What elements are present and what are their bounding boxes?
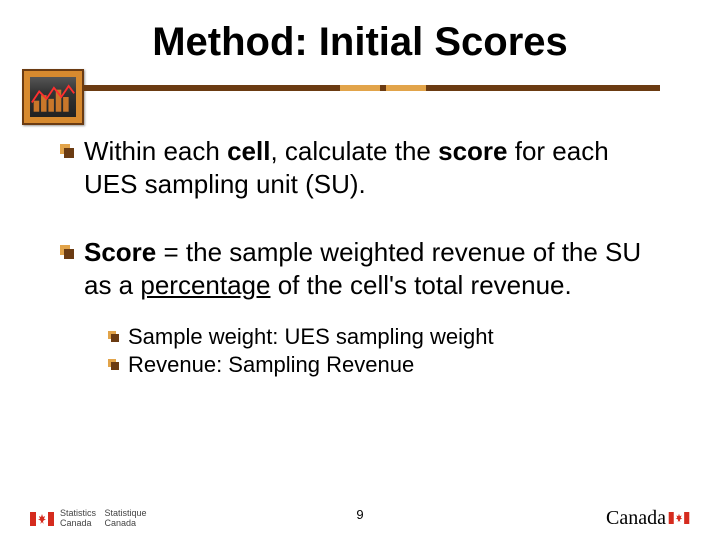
sub-bullet-list: Sample weight: UES sampling weight Reven… [108, 324, 660, 378]
statcan-logo: StatisticsCanada StatistiqueCanada [30, 509, 153, 528]
sub-bullet-text: Revenue: Sampling Revenue [128, 352, 414, 378]
canada-flag-icon [30, 512, 54, 526]
title-rule [0, 75, 720, 105]
bullet-icon [108, 331, 120, 343]
bullet-text: Score = the sample weighted revenue of t… [84, 236, 660, 303]
sub-bullet-text: Sample weight: UES sampling weight [128, 324, 494, 350]
bullet-item: Within each cell, calculate the score fo… [60, 135, 660, 202]
slide-body: Within each cell, calculate the score fo… [0, 135, 720, 378]
chart-icon [22, 69, 84, 125]
sub-bullet-item: Sample weight: UES sampling weight [108, 324, 660, 350]
bullet-icon [60, 245, 74, 259]
canada-wordmark: Canada [606, 507, 690, 530]
canada-flag-icon [668, 512, 690, 524]
bullet-item: Score = the sample weighted revenue of t… [60, 236, 660, 303]
bullet-icon [60, 144, 74, 158]
slide-title: Method: Initial Scores [0, 0, 720, 75]
bullet-icon [108, 359, 120, 371]
bullet-text: Within each cell, calculate the score fo… [84, 135, 660, 202]
slide-footer: 9 StatisticsCanada StatistiqueCanada Can… [0, 500, 720, 534]
sub-bullet-item: Revenue: Sampling Revenue [108, 352, 660, 378]
